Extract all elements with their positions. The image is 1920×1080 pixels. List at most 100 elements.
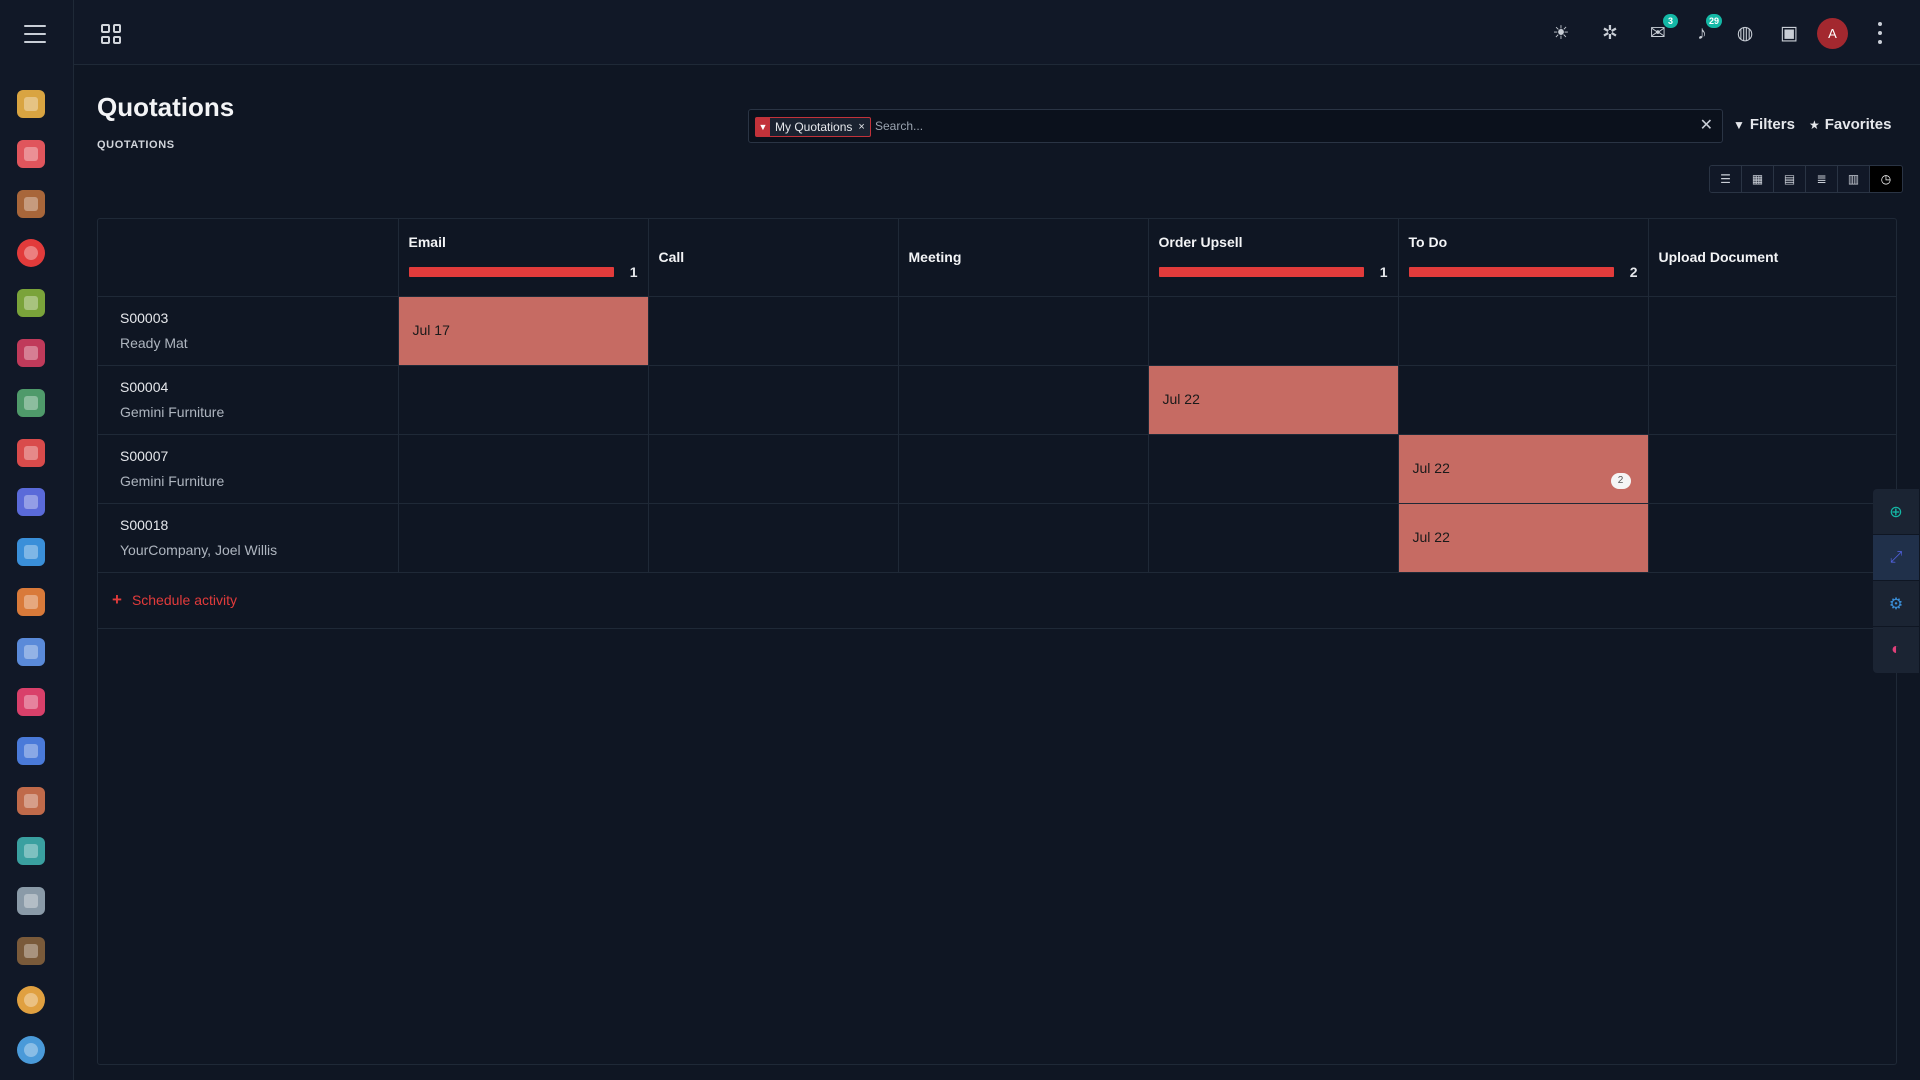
activity-cell[interactable]: Jul 17	[398, 296, 649, 366]
empty-activity-cell[interactable]	[1648, 365, 1897, 435]
company-icon[interactable]: ▣	[1776, 20, 1802, 46]
activity-count: 1	[1379, 264, 1388, 281]
search-input[interactable]	[875, 115, 1675, 137]
activity-type-title: Meeting	[908, 249, 962, 266]
clear-search-icon[interactable]: ✕	[1700, 117, 1713, 135]
activity-progress: 2	[1408, 264, 1638, 280]
activity-view-button[interactable]: ◷	[1870, 166, 1902, 192]
app-icon-recruitment[interactable]	[17, 986, 45, 1015]
activity-type-header[interactable]: Email 1	[398, 219, 649, 297]
app-icon-inventory[interactable]	[17, 588, 45, 616]
app-icon-accounting[interactable]	[17, 388, 45, 417]
progress-bar[interactable]	[1408, 267, 1614, 278]
app-icon-repairs[interactable]	[17, 687, 45, 716]
app-icon-dashboards[interactable]	[17, 339, 45, 367]
menu-toggle-icon[interactable]	[24, 25, 46, 43]
fullscreen-icon[interactable]: ⤢	[1873, 535, 1919, 581]
page-title: Quotations	[97, 92, 235, 122]
empty-activity-cell[interactable]	[1648, 503, 1897, 573]
app-icon-timesheets[interactable]	[17, 488, 45, 517]
list-view-button[interactable]: ☰	[1710, 166, 1742, 192]
app-icon-project[interactable]	[17, 438, 45, 467]
activity-type-header[interactable]: To Do 2	[1398, 219, 1649, 297]
app-icon-employees[interactable]	[17, 787, 45, 816]
empty-activity-cell[interactable]	[648, 296, 899, 366]
record-cell[interactable]: S00003 Ready Mat	[98, 296, 399, 366]
bug-icon[interactable]: ✲	[1597, 20, 1623, 46]
app-icon-expenses[interactable]	[17, 936, 45, 965]
favorites-button[interactable]: ★ Favorites	[1809, 116, 1891, 133]
empty-activity-cell[interactable]	[1148, 434, 1399, 504]
activity-type-header[interactable]: Call	[648, 219, 899, 297]
more-options-icon[interactable]	[1877, 22, 1883, 44]
breadcrumb[interactable]: QUOTATIONS	[97, 139, 175, 151]
progress-bar[interactable]	[1158, 267, 1364, 278]
app-icon-maintenance[interactable]	[17, 737, 45, 766]
kanban-view-button[interactable]: ▦	[1742, 166, 1774, 192]
app-icon-calendar[interactable]	[17, 139, 45, 168]
facet-remove-button[interactable]: ×	[858, 121, 869, 133]
messages-icon[interactable]: ✉ 3	[1645, 14, 1678, 46]
empty-activity-cell[interactable]	[898, 365, 1149, 435]
zoom-icon[interactable]: ⊕	[1873, 489, 1919, 535]
empty-activity-cell[interactable]	[1648, 434, 1897, 504]
empty-activity-cell[interactable]	[398, 434, 649, 504]
app-icon-crm[interactable]	[17, 239, 45, 268]
app-menu-grid-icon[interactable]	[101, 24, 121, 44]
empty-activity-cell[interactable]	[898, 434, 1149, 504]
app-icon-purchase[interactable]	[17, 538, 45, 567]
schedule-activity-button[interactable]: + Schedule activity	[98, 573, 1897, 629]
empty-activity-cell[interactable]	[898, 503, 1149, 573]
activity-cell[interactable]: Jul 22	[1148, 365, 1399, 435]
bell-icon[interactable]: ♪ 29	[1689, 14, 1722, 46]
graph-view-button[interactable]: ▥	[1838, 166, 1870, 192]
table-row: S00004 Gemini Furniture Jul 22	[98, 365, 1897, 435]
empty-activity-cell[interactable]	[648, 503, 899, 573]
palette-icon[interactable]: ◐	[1873, 627, 1919, 673]
record-partner: YourCompany, Joel Willis	[120, 542, 278, 558]
app-icon-fleet[interactable]	[17, 837, 45, 865]
activity-cell[interactable]: Jul 22	[1398, 503, 1649, 573]
empty-activity-cell[interactable]	[648, 434, 899, 504]
app-icon-contacts[interactable]	[17, 189, 45, 218]
filters-button[interactable]: ▼ Filters	[1733, 116, 1795, 133]
activity-type-title: Email	[408, 234, 446, 251]
app-icon-time-off[interactable]	[17, 886, 45, 915]
activity-table: Email 1 Call Meeting Order Upsell 1 To Do 2 Uplo…	[98, 219, 1897, 573]
table-row: S00007 Gemini Furniture Jul 22 2	[98, 434, 1897, 504]
record-cell[interactable]: S00018 YourCompany, Joel Willis	[98, 503, 399, 573]
record-header-cell	[98, 219, 399, 297]
view-switcher: ☰ ▦ ▤ ≣ ▥ ◷	[1709, 165, 1903, 193]
activity-type-header[interactable]: Meeting	[898, 219, 1149, 297]
empty-activity-cell[interactable]	[1148, 503, 1399, 573]
sun-icon[interactable]: ☀	[1548, 20, 1574, 46]
activity-cell[interactable]: Jul 22 2	[1398, 434, 1649, 504]
empty-activity-cell[interactable]	[648, 365, 899, 435]
app-icon-sales[interactable]	[17, 289, 45, 318]
app-icon-manufacturing[interactable]	[17, 637, 45, 666]
pivot-view-button[interactable]: ≣	[1806, 166, 1838, 192]
record-cell[interactable]: S00004 Gemini Furniture	[98, 365, 399, 435]
globe-icon[interactable]: ◍	[1732, 20, 1758, 46]
user-avatar[interactable]: A	[1817, 18, 1848, 49]
empty-activity-cell[interactable]	[398, 365, 649, 435]
record-cell[interactable]: S00007 Gemini Furniture	[98, 434, 399, 504]
empty-activity-cell[interactable]	[398, 503, 649, 573]
empty-activity-cell[interactable]	[1148, 296, 1399, 366]
empty-activity-cell[interactable]	[1648, 296, 1897, 366]
activity-type-header[interactable]: Order Upsell 1	[1148, 219, 1399, 297]
empty-activity-cell[interactable]	[1398, 365, 1649, 435]
calendar-view-button[interactable]: ▤	[1774, 166, 1806, 192]
table-row: S00018 YourCompany, Joel Willis Jul 22	[98, 503, 1897, 573]
progress-bar[interactable]	[408, 267, 614, 278]
activity-type-header[interactable]: Upload Document	[1648, 219, 1897, 297]
activity-count: 1	[629, 264, 638, 281]
app-icon-discuss[interactable]	[17, 90, 45, 118]
progress-bar-fill	[408, 267, 614, 278]
app-icon-live-chat[interactable]	[17, 1036, 45, 1065]
search-bar: ▼ My Quotations × ✕	[748, 109, 1723, 143]
settings-icon[interactable]: ⚙	[1873, 581, 1919, 627]
filter-icon: ▼	[756, 118, 770, 136]
empty-activity-cell[interactable]	[1398, 296, 1649, 366]
empty-activity-cell[interactable]	[898, 296, 1149, 366]
